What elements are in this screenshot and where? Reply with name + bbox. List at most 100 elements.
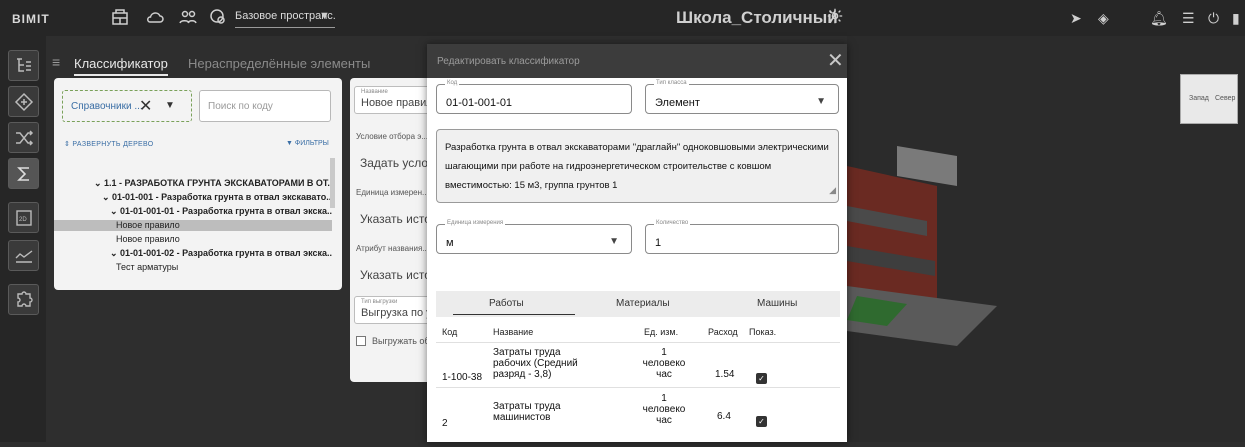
tree-item[interactable]: ⌄ 01-01-001 - Разработка грунта в отвал … xyxy=(54,192,332,203)
condition-button[interactable]: Задать услови... xyxy=(354,146,430,174)
view-cube[interactable]: Запад Север xyxy=(1180,74,1238,124)
description-line-2: шагающими при работе на гидроэнергетичес… xyxy=(445,161,772,172)
row-unit-line: час xyxy=(656,415,672,426)
chevron-down-icon[interactable]: ▼ xyxy=(165,100,175,111)
unit-source-button[interactable]: Указать источ... xyxy=(354,202,430,230)
chevron-down-icon[interactable]: ▼ xyxy=(319,10,330,22)
col-code-header: Код xyxy=(442,327,458,337)
header-divider xyxy=(436,342,840,343)
row-name-line: Затраты труда xyxy=(493,401,561,412)
chart-line-icon xyxy=(15,249,32,263)
navigation-icon[interactable]: ◈ xyxy=(1098,10,1109,27)
row-unit-line: человеко xyxy=(642,358,686,369)
code-search-input[interactable]: Поиск по коду xyxy=(199,90,331,122)
code-field-label: Код xyxy=(445,80,460,86)
code-field-value: 01-01-001-01 xyxy=(446,97,513,109)
project-title: Школа_Столичный xyxy=(676,8,838,27)
attr-source-button[interactable]: Указать источ... xyxy=(354,258,430,286)
cloud-icon[interactable] xyxy=(145,7,165,27)
tree-item-label: 1.1 - РАЗРАБОТКА ГРУНТА ЭКСКАВАТОРАМИ В … xyxy=(104,178,332,188)
tree-icon xyxy=(16,57,31,72)
plugins-button[interactable] xyxy=(8,284,39,315)
tree-item[interactable]: Тест арматуры xyxy=(54,262,332,273)
resize-handle-icon[interactable]: ◢ xyxy=(829,181,836,200)
attr-label: Атрибут названия... xyxy=(356,244,429,253)
export-type-label: Тип выгрузки xyxy=(361,299,398,305)
row-name: Затраты труда машинистов xyxy=(493,401,561,423)
user-settings-icon[interactable] xyxy=(208,7,228,27)
bell-icon[interactable]: 🔔︎ xyxy=(1150,10,1168,27)
row-rate: 6.4 xyxy=(717,411,731,422)
export-type-value: Выгрузка по у... xyxy=(361,307,430,319)
puzzle-icon xyxy=(16,290,33,307)
quantity-field[interactable]: Количество 1 xyxy=(645,220,839,254)
rule-name-field[interactable]: Название Новое правило xyxy=(354,86,430,114)
row-unit: 1 человеко час xyxy=(639,347,689,380)
chart-button[interactable] xyxy=(8,240,39,271)
edit-classifier-dialog: Редактировать классификатор ✕ Код 01-01-… xyxy=(427,44,847,442)
chevron-down-icon[interactable]: ⌄ xyxy=(94,178,104,188)
sum-button[interactable] xyxy=(8,158,39,189)
shuffle-button[interactable] xyxy=(8,122,39,153)
row-divider xyxy=(436,387,840,388)
gear-icon[interactable] xyxy=(826,7,846,27)
compass-icon xyxy=(14,92,33,111)
code-field[interactable]: Код 01-01-001-01 xyxy=(436,80,632,114)
row-unit-line: человеко xyxy=(642,404,686,415)
tab-machines[interactable]: Машины xyxy=(757,298,797,309)
chevron-down-icon[interactable]: ⌄ xyxy=(102,192,112,202)
building-icon[interactable] xyxy=(110,7,130,27)
active-tab-indicator xyxy=(453,314,575,315)
menu-icon[interactable]: ≡ xyxy=(52,54,60,70)
tab-materials[interactable]: Материалы xyxy=(616,298,670,309)
tree-item-label: Новое правило xyxy=(116,220,180,230)
tree-item[interactable]: Новое правило xyxy=(54,234,332,245)
tree-view-button[interactable] xyxy=(8,50,39,81)
power-icon[interactable]: ⏻ xyxy=(1208,10,1219,27)
chevron-down-icon: ▼ xyxy=(609,236,619,247)
tree-item[interactable]: ⌄ 01-01-001-02 - Разработка грунта в отв… xyxy=(54,248,332,259)
navigate-button[interactable] xyxy=(8,86,39,117)
exit-icon[interactable]: ▮ xyxy=(1232,10,1240,27)
tree-item-label: 01-01-001 - Разработка грунта в отвал эк… xyxy=(112,192,332,202)
cursor-icon[interactable]: ➤ xyxy=(1070,10,1082,27)
filters-label: ФИЛЬТРЫ xyxy=(294,140,329,147)
rule-name-label: Название xyxy=(361,89,388,95)
show-checkbox[interactable]: ✓ xyxy=(756,373,767,384)
show-checkbox[interactable]: ✓ xyxy=(756,416,767,427)
unit-source-label: Единица измерен... xyxy=(356,188,429,197)
unit-select-value: м xyxy=(446,237,454,249)
chip-label: Справочники ... xyxy=(71,101,143,112)
unit-select[interactable]: Единица измерения м ▼ xyxy=(436,220,632,254)
expand-tree-button[interactable]: ⇕ РАЗВЕРНУТЬ ДЕРЕВО xyxy=(64,140,154,148)
top-bar: BIMIT Базовое пространс... ▼ Школа_Столи… xyxy=(0,0,1245,36)
tree-item[interactable]: ⌄ 1.1 - РАЗРАБОТКА ГРУНТА ЭКСКАВАТОРАМИ … xyxy=(54,178,332,189)
tree-item[interactable]: Новое правило xyxy=(54,220,332,231)
2d-view-button[interactable]: 2D xyxy=(8,202,39,233)
tab-works[interactable]: Работы xyxy=(489,298,524,309)
export-checkbox[interactable] xyxy=(356,336,366,346)
users-icon[interactable] xyxy=(178,7,198,27)
col-rate-header: Расход xyxy=(708,327,738,337)
tree-item[interactable]: ⌄ 01-01-001-01 - Разработка грунта в отв… xyxy=(54,206,332,217)
row-unit-line: час xyxy=(656,369,672,380)
row-name-line: рабочих (Средний xyxy=(493,358,578,369)
list-icon[interactable]: ☰ xyxy=(1182,10,1195,27)
tab-classifier[interactable]: Классификатор xyxy=(74,56,168,76)
row-name-line: разряд - 3,8) xyxy=(493,369,552,380)
description-textarea[interactable]: Разработка грунта в отвал экскаваторами … xyxy=(436,129,839,203)
chevron-down-icon[interactable]: ⌄ xyxy=(110,206,120,216)
class-type-select[interactable]: Тип класса Элемент ▼ xyxy=(645,80,839,114)
tree-scrollbar[interactable] xyxy=(330,158,335,208)
description-line-3: вместимостью: 15 м3, группа грунтов 1 xyxy=(445,180,618,191)
row-code: 1-100-38 xyxy=(442,372,483,383)
close-icon[interactable]: ✕ xyxy=(139,96,152,116)
resource-tabs: Работы Материалы Машины xyxy=(436,291,840,317)
chevron-down-icon[interactable]: ⌄ xyxy=(110,248,120,258)
export-type-select[interactable]: Тип выгрузки Выгрузка по у... xyxy=(354,296,430,324)
row-unit-line: 1 xyxy=(661,393,667,404)
tab-unassigned[interactable]: Нераспределённые элементы xyxy=(188,56,370,71)
close-icon[interactable]: ✕ xyxy=(827,48,844,73)
filters-button[interactable]: ▼ ФИЛЬТРЫ xyxy=(286,140,329,147)
reference-filter-chip[interactable]: Справочники ... ✕ ▼ xyxy=(62,90,192,122)
